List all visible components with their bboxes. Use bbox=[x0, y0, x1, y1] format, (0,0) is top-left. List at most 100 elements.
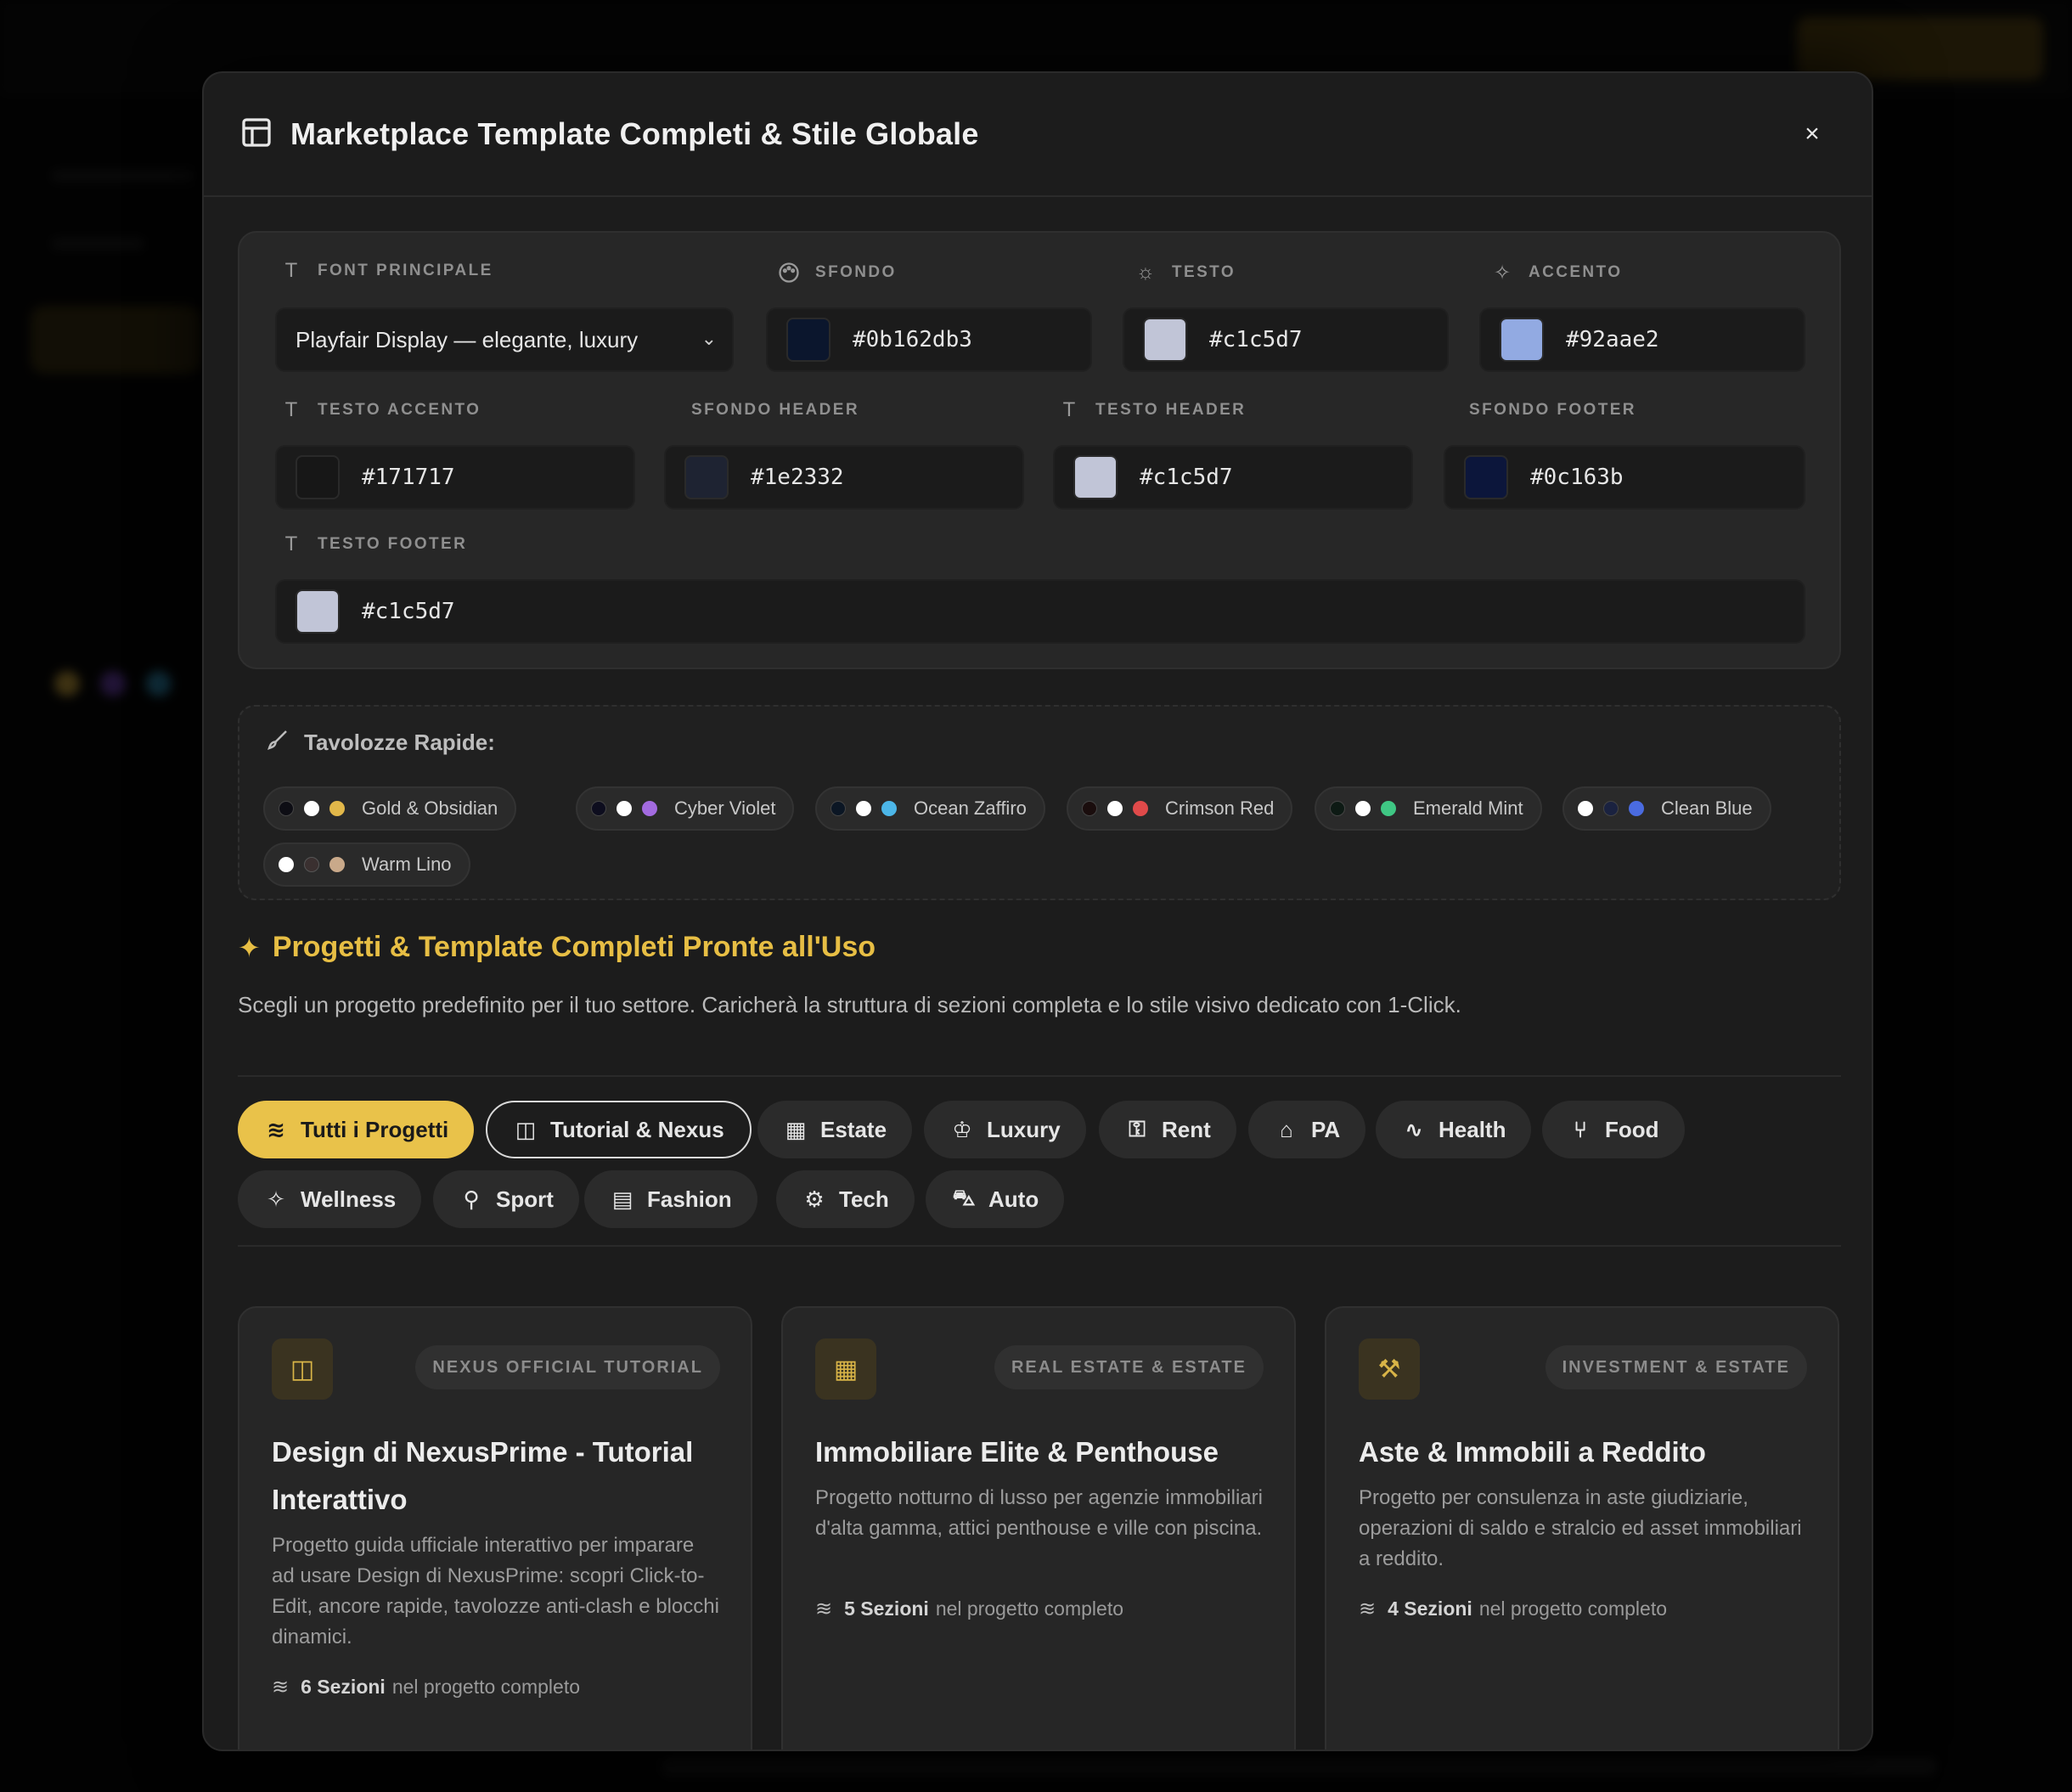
testo-accento-color-input[interactable]: #171717 bbox=[275, 445, 635, 510]
palette-chip-warm-lino[interactable]: Warm Lino bbox=[263, 842, 470, 887]
palette-chip-crimson-red[interactable]: Crimson Red bbox=[1067, 786, 1293, 831]
filter-estate[interactable]: ▦ Estate bbox=[757, 1101, 913, 1158]
card-sections-suffix: nel progetto completo bbox=[1478, 1598, 1668, 1620]
palette-chip-emerald-mint[interactable]: Emerald Mint bbox=[1315, 786, 1542, 831]
filter-pa[interactable]: ⌂ PA bbox=[1248, 1101, 1366, 1158]
sfondo-footer-swatch[interactable] bbox=[1464, 455, 1508, 499]
palette-dot bbox=[1082, 801, 1097, 816]
sfondo-header-color-input[interactable]: #1e2332 bbox=[664, 445, 1024, 510]
filter-tech[interactable]: ⚙ Tech bbox=[776, 1170, 915, 1228]
template-marketplace-modal: Marketplace Template Completi & Stile Gl… bbox=[202, 71, 1873, 1751]
palette-chip-cyber-violet[interactable]: Cyber Violet bbox=[576, 786, 795, 831]
palette-chip-label: Warm Lino bbox=[362, 854, 452, 875]
font-principale-label: FONT PRINCIPALE bbox=[318, 262, 493, 279]
filter-auto[interactable]: ⛍ Auto bbox=[926, 1170, 1065, 1228]
font-select[interactable]: Playfair Display — elegante, luxury ⌄ bbox=[275, 307, 734, 372]
palette-dot bbox=[591, 801, 606, 816]
palette-dot bbox=[1578, 801, 1593, 816]
accento-field: ✧ ACCENTO bbox=[1488, 260, 1622, 285]
dumbbell-icon: ⚲ bbox=[463, 1186, 480, 1212]
car-icon: ⛍ bbox=[952, 1184, 976, 1210]
filter-tutorial[interactable]: ◫ Tutorial & Nexus bbox=[486, 1101, 752, 1158]
sfondo-label: SFONDO bbox=[815, 263, 897, 281]
layers-icon: ≋ bbox=[815, 1598, 833, 1620]
filter-tutti[interactable]: ≋ Tutti i Progetti bbox=[238, 1101, 475, 1158]
testo-swatch[interactable] bbox=[1143, 318, 1187, 362]
testo-footer-color-input[interactable]: #c1c5d7 bbox=[275, 579, 1805, 644]
filter-wellness[interactable]: ✧ Wellness bbox=[238, 1170, 422, 1228]
filter-label: PA bbox=[1311, 1116, 1341, 1142]
filter-label: Rent bbox=[1162, 1116, 1211, 1142]
sfondo-swatch[interactable] bbox=[786, 318, 830, 362]
filter-food[interactable]: ⑂ Food bbox=[1542, 1101, 1685, 1158]
palette-dot bbox=[304, 801, 319, 816]
sfondo-footer-color-input[interactable]: #0c163b bbox=[1444, 445, 1805, 510]
book-open-icon: ◫ bbox=[515, 1116, 537, 1142]
card-meta: ≋ 5 Sezioni nel progetto completo bbox=[815, 1597, 1123, 1621]
shirt-icon: ▤ bbox=[611, 1186, 633, 1212]
testo-accento-swatch[interactable] bbox=[296, 455, 340, 499]
palette-dot bbox=[1133, 801, 1148, 816]
quick-palettes-panel: Tavolozze Rapide: Gold & Obsidian Cyber … bbox=[238, 705, 1841, 900]
key-icon: ⚿ bbox=[1129, 1116, 1146, 1141]
filter-label: Health bbox=[1439, 1116, 1506, 1142]
testo-footer-swatch[interactable] bbox=[296, 589, 340, 634]
palette-chip-label: Emerald Mint bbox=[1413, 797, 1523, 819]
filter-sport[interactable]: ⚲ Sport bbox=[433, 1170, 579, 1228]
filter-label: Wellness bbox=[301, 1186, 397, 1212]
building-icon: ▦ bbox=[815, 1338, 876, 1400]
testo-header-value: #c1c5d7 bbox=[1140, 465, 1233, 490]
card-title: Aste & Immobili a Reddito bbox=[1359, 1436, 1706, 1468]
sfondo-header-label: SFONDO HEADER bbox=[691, 401, 859, 419]
sfondo-field: SFONDO bbox=[774, 260, 897, 285]
sparkles-icon: ✦ bbox=[238, 932, 261, 963]
filter-label: Tech bbox=[839, 1186, 889, 1212]
accento-swatch[interactable] bbox=[1500, 318, 1544, 362]
testo-label: TESTO bbox=[1172, 263, 1236, 281]
palette-chip-clean-blue[interactable]: Clean Blue bbox=[1562, 786, 1771, 831]
palette-chip-label: Gold & Obsidian bbox=[362, 797, 498, 819]
filter-fashion[interactable]: ▤ Fashion bbox=[584, 1170, 757, 1228]
filter-luxury[interactable]: ♔ Luxury bbox=[924, 1101, 1086, 1158]
card-tag: REAL ESTATE & ESTATE bbox=[994, 1345, 1264, 1389]
palette-dot bbox=[279, 857, 294, 872]
accento-value: #92aae2 bbox=[1566, 327, 1659, 352]
accento-color-input[interactable]: #92aae2 bbox=[1479, 307, 1805, 372]
font-principale-field: T FONT PRINCIPALE bbox=[277, 258, 493, 284]
close-button[interactable]: × bbox=[1793, 116, 1831, 153]
book-open-icon: ◫ bbox=[272, 1338, 333, 1400]
project-card[interactable]: ◫ NEXUS OFFICIAL TUTORIAL Design di Nexu… bbox=[238, 1306, 752, 1750]
palette-dot bbox=[329, 801, 345, 816]
type-icon: T bbox=[1062, 398, 1076, 421]
sparkles-icon: ✧ bbox=[267, 1186, 285, 1212]
project-card[interactable]: ▦ REAL ESTATE & ESTATE Immobiliare Elite… bbox=[781, 1306, 1296, 1750]
testo-color-input[interactable]: #c1c5d7 bbox=[1123, 307, 1449, 372]
testo-field: ☼ TESTO bbox=[1131, 260, 1236, 285]
landmark-icon: ⌂ bbox=[1280, 1116, 1293, 1142]
card-description: Progetto notturno di lusso per agenzie i… bbox=[815, 1486, 1263, 1540]
testo-accento-label: TESTO ACCENTO bbox=[318, 401, 481, 419]
building-icon: ▦ bbox=[785, 1116, 807, 1142]
palette-dot bbox=[642, 801, 657, 816]
palette-icon bbox=[774, 261, 803, 285]
card-tag: INVESTMENT & ESTATE bbox=[1545, 1345, 1807, 1389]
project-card[interactable]: ⚒ INVESTMENT & ESTATE Aste & Immobili a … bbox=[1325, 1306, 1839, 1750]
filter-health[interactable]: ∿ Health bbox=[1376, 1101, 1532, 1158]
quick-palettes-title: Tavolozze Rapide: bbox=[265, 727, 495, 758]
sfondo-header-swatch[interactable] bbox=[684, 455, 729, 499]
palette-dot bbox=[830, 801, 846, 816]
palette-chip-label: Ocean Zaffiro bbox=[914, 797, 1027, 819]
sfondo-color-input[interactable]: #0b162db3 bbox=[766, 307, 1092, 372]
testo-header-color-input[interactable]: #c1c5d7 bbox=[1053, 445, 1413, 510]
filter-rent[interactable]: ⚿ Rent bbox=[1099, 1101, 1236, 1158]
card-sections-count: 5 Sezioni bbox=[844, 1598, 929, 1620]
projects-section-title: ✦ Progetti & Template Completi Pronte al… bbox=[238, 931, 876, 964]
layers-icon: ≋ bbox=[1359, 1598, 1377, 1620]
palette-chip-gold-obsidian[interactable]: Gold & Obsidian bbox=[263, 786, 517, 831]
testo-header-swatch[interactable] bbox=[1073, 455, 1118, 499]
type-icon: T bbox=[284, 398, 298, 421]
testo-value: #c1c5d7 bbox=[1209, 327, 1303, 352]
card-description: Progetto per consulenza in aste giudizia… bbox=[1359, 1486, 1802, 1570]
sparkles-icon: ✧ bbox=[1493, 261, 1512, 285]
palette-chip-ocean-zaffiro[interactable]: Ocean Zaffiro bbox=[815, 786, 1045, 831]
